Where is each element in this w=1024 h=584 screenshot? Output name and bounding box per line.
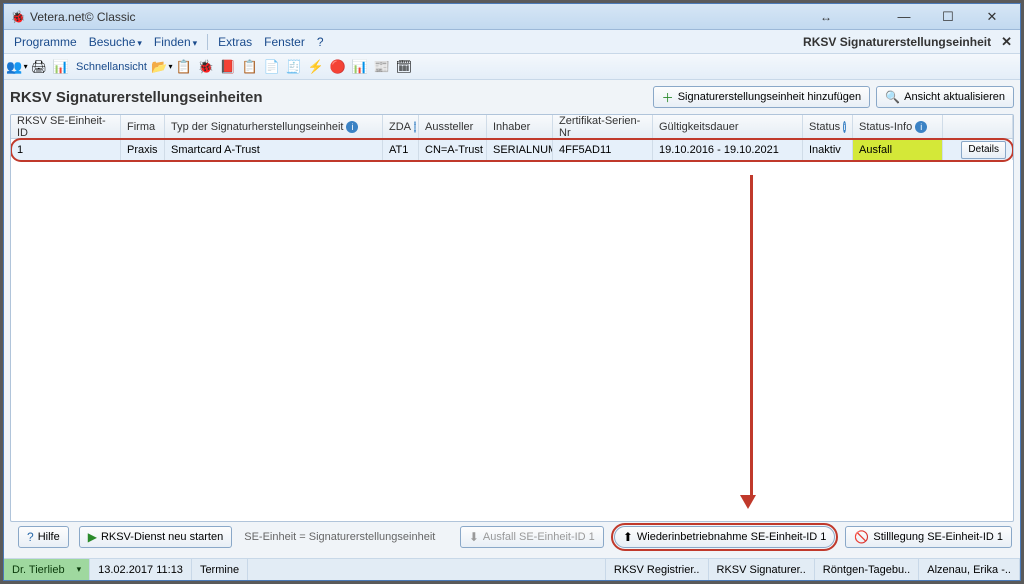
sig-units-table: RKSV SE-Einheit-ID Firma Typ der Signatu… [10,114,1014,522]
app-window: 🐞 Vetera.net© Classic ↔ — ☐ ✕ Programme … [3,3,1021,581]
toolbar-book-icon[interactable]: 📕 [219,58,237,76]
panel-close-icon[interactable]: ✕ [997,34,1016,50]
th-statusinfo[interactable]: Status-Infoi [853,115,943,138]
status-termine[interactable]: Termine [192,559,248,580]
toolbar-list-icon[interactable]: 📋 [241,58,259,76]
info-icon[interactable]: i [346,121,358,133]
toolbar-news-icon[interactable]: 📰 [373,58,391,76]
th-aussteller[interactable]: Aussteller [419,115,487,138]
help-button[interactable]: ? Hilfe [18,526,69,548]
cell-actions: Details [943,139,1013,160]
toolbar-users-icon[interactable]: 👥 [8,58,26,76]
forbidden-icon: 🚫 [854,530,869,544]
menu-programme[interactable]: Programme [8,33,83,51]
footer-actions: ? Hilfe ▶ RKSV-Dienst neu starten SE-Ein… [10,522,1014,552]
th-inhaber[interactable]: Inhaber [487,115,553,138]
panel-title: RKSV Signaturerstellungseinheit [803,35,991,49]
cell-statusinfo: Ausfall [853,139,943,160]
toolbar-flash-icon[interactable]: ⚡ [307,58,325,76]
toolbar-receipt-icon[interactable]: 🧾 [285,58,303,76]
cell-typ: Smartcard A-Trust [165,139,383,160]
menu-help[interactable]: ? [311,33,330,51]
cell-inhaber: SERIALNUM [487,139,553,160]
cell-aussteller: CN=A-Trust [419,139,487,160]
statusbar: Dr. Tierlieb▾ 13.02.2017 11:13 Termine R… [4,558,1020,580]
toolbar-graph-icon[interactable]: 📊 [351,58,369,76]
wiederinbetriebnahme-button[interactable]: ⬆ Wiederinbetriebnahme SE-Einheit-ID 1 [614,526,836,548]
add-sig-unit-button[interactable]: ＋ Signaturerstellungseinheit hinzufügen [653,86,870,108]
toolbar-print-icon[interactable]: 🖨 [30,58,48,76]
window-title: Vetera.net© Classic [30,10,136,24]
toolbar-folder-icon[interactable]: 📂 [153,58,171,76]
magnifier-icon: 🔍 [885,90,900,104]
toolbar-chart-icon[interactable]: 📊 [52,58,70,76]
menu-fenster[interactable]: Fenster [258,33,311,51]
table-row[interactable]: 1 Praxis Smartcard A-Trust AT1 CN=A-Trus… [11,139,1013,161]
status-tab-rksv-reg[interactable]: RKSV Registrier.. [606,559,709,580]
menu-besuche[interactable]: Besuche [83,33,148,51]
info-icon[interactable]: i [843,121,846,133]
annotation-arrow [746,175,756,509]
refresh-button[interactable]: 🔍 Ansicht aktualisieren [876,86,1014,108]
info-icon[interactable]: i [915,121,927,133]
th-status[interactable]: Statusi [803,115,853,138]
menu-finden[interactable]: Finden [148,33,203,51]
cell-gueltig: 19.10.2016 - 19.10.2021 [653,139,803,160]
cell-firma: Praxis [121,139,165,160]
play-icon: ▶ [88,530,97,544]
th-actions [943,115,1013,138]
status-tab-rksv-sig[interactable]: RKSV Signaturer.. [709,559,815,580]
info-icon[interactable]: i [414,121,416,133]
status-datetime: 13.02.2017 11:13 [90,559,192,580]
plus-icon: ＋ [662,89,674,106]
th-gueltig[interactable]: Gültigkeitsdauer [653,115,803,138]
cell-serien: 4FF5AD11 [553,139,653,160]
toolbar-calendar-icon[interactable]: 🗓 [395,58,413,76]
content-area: RKSV Signaturerstellungseinheiten ＋ Sign… [4,80,1020,558]
th-typ[interactable]: Typ der Signaturherstellungseinheiti [165,115,383,138]
status-tab-roentgen[interactable]: Röntgen-Tagebu.. [815,559,919,580]
stilllegung-button[interactable]: 🚫 Stilllegung SE-Einheit-ID 1 [845,526,1012,548]
details-button[interactable]: Details [961,141,1006,159]
th-zda[interactable]: ZDAi [383,115,419,138]
th-id[interactable]: RKSV SE-Einheit-ID [11,115,121,138]
menu-extras[interactable]: Extras [212,33,258,51]
maximize-button[interactable]: ☐ [926,5,970,29]
cell-status: Inaktiv [803,139,853,160]
upload-icon: ⬆ [623,530,633,544]
ausfall-button: ⬇ Ausfall SE-Einheit-ID 1 [460,526,604,548]
resize-icon: ↔ [820,10,832,24]
menubar: Programme Besuche Finden Extras Fenster … [4,30,1020,54]
status-user[interactable]: Dr. Tierlieb▾ [4,559,90,580]
status-tab-alzenau[interactable]: Alzenau, Erika -.. [919,559,1020,580]
footer-hint: SE-Einheit = Signaturerstellungseinheit [244,531,435,543]
toolbar-clipboard-icon[interactable]: 📋 [175,58,193,76]
help-icon: ? [27,530,34,544]
table-header: RKSV SE-Einheit-ID Firma Typ der Signatu… [11,115,1013,139]
toolbar-bug-icon[interactable]: 🐞 [197,58,215,76]
titlebar: 🐞 Vetera.net© Classic ↔ — ☐ ✕ [4,4,1020,30]
close-button[interactable]: ✕ [970,5,1014,29]
toolbar: 👥 🖨 📊 Schnellansicht 📂 📋 🐞 📕 📋 📄 🧾 ⚡ 🔴 📊… [4,54,1020,80]
toolbar-quickview[interactable]: Schnellansicht [74,61,149,73]
th-firma[interactable]: Firma [121,115,165,138]
restart-service-button[interactable]: ▶ RKSV-Dienst neu starten [79,526,233,548]
toolbar-doc-icon[interactable]: 📄 [263,58,281,76]
download-icon: ⬇ [469,530,479,544]
cell-zda: AT1 [383,139,419,160]
minimize-button[interactable]: — [882,5,926,29]
th-serien[interactable]: Zertifikat-Serien-Nr [553,115,653,138]
app-icon: 🐞 [10,9,26,25]
toolbar-red-icon[interactable]: 🔴 [329,58,347,76]
page-heading: RKSV Signaturerstellungseinheiten [10,89,647,106]
cell-id: 1 [11,139,121,160]
